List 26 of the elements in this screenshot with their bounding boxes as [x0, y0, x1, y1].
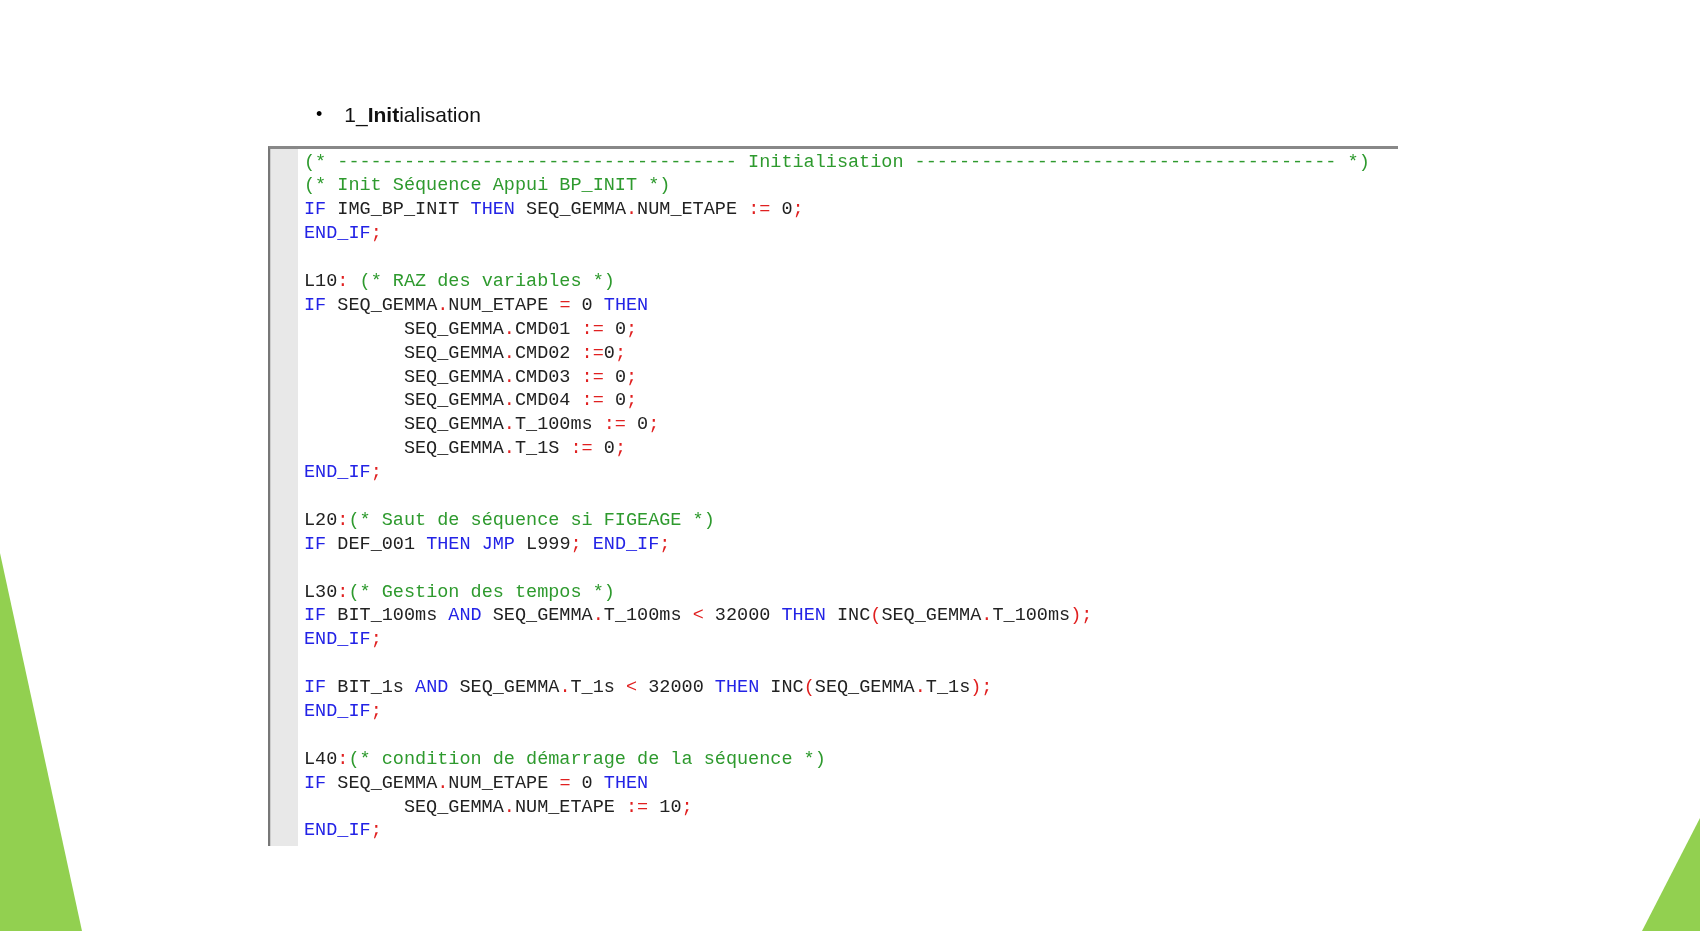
code-line: END_IF;: [304, 700, 382, 724]
code-line: END_IF;: [304, 819, 382, 844]
code-line: SEQ_GEMMA.CMD03 := 0;: [403, 365, 638, 390]
code-line: IF IMG_BP_INIT THEN SEQ_GEMMA.NUM_ETAPE := 0;: [304, 198, 804, 223]
code-line: IF BIT_1s AND SEQ_GEMMA.T_1s < 32000 THEN INC(SEQ_GEMMA.T_1s);: [304, 676, 993, 700]
code-line: SEQ_GEMMA.T_1S := 0;: [403, 437, 626, 462]
code-line: IF SEQ_GEMMA.NUM_ETAPE = 0 THEN: [304, 771, 649, 796]
code-line: END_IF;: [304, 222, 382, 247]
code-line: SEQ_GEMMA.CMD04 := 0;: [403, 389, 638, 414]
code-line: IF SEQ_GEMMA.NUM_ETAPE = 0 THEN: [304, 293, 649, 318]
code-line: SEQ_GEMMA.T_100ms := 0;: [403, 413, 660, 438]
code-line: END_IF;: [304, 628, 382, 653]
code-line: L10: (* RAZ des variables *): [304, 269, 615, 294]
code-line: SEQ_GEMMA.CMD02 :=0;: [403, 341, 626, 366]
bullet-mark: •: [316, 103, 323, 127]
heading: 1_Initialisation: [344, 102, 481, 129]
code-line: L20:(* Saut de séquence si FIGEAGE *): [304, 508, 715, 533]
code-line: IF BIT_100ms AND SEQ_GEMMA.T_100ms < 32000 THEN INC(SEQ_GEMMA.T_100ms);: [304, 604, 1093, 629]
code-line: SEQ_GEMMA.NUM_ETAPE := 10;: [403, 795, 693, 820]
code-line: (* ------------------------------------ Initialisation -------------------------------------- *): [304, 150, 1370, 175]
code-line: L40:(* condition de démarrage de la séquence *): [304, 747, 826, 772]
code-line: END_IF;: [304, 461, 382, 485]
code-line: (* Init Séquence Appui BP_INIT *): [304, 174, 671, 199]
code-line: IF DEF_001 THEN JMP L999; END_IF;: [304, 532, 671, 557]
code-line: L30:(* Gestion des tempos *): [304, 580, 615, 605]
code-line: SEQ_GEMMA.CMD01 := 0;: [403, 317, 638, 342]
